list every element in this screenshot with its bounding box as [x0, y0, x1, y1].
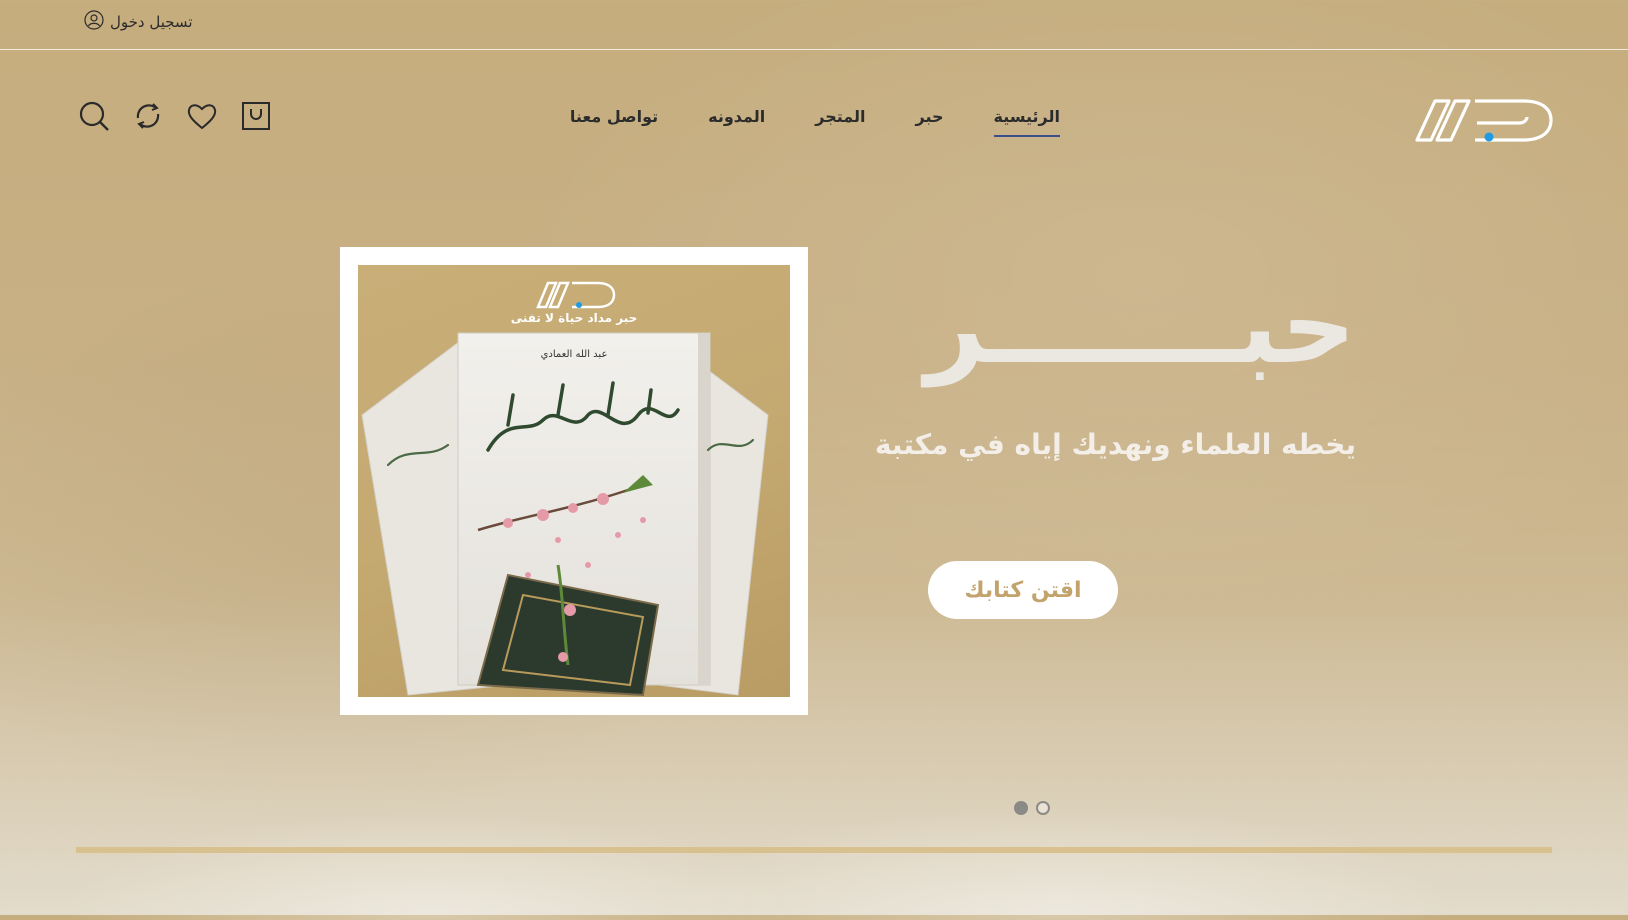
main-nav: الرئيسية حبر المتجر المدونه تواصل معنا [570, 107, 1060, 137]
nav-home[interactable]: الرئيسية [993, 107, 1060, 137]
login-label: تسجيل دخول [110, 13, 193, 31]
search-icon[interactable] [78, 100, 110, 132]
hero-image-frame: حبر مداد حياة لا تفنى عبد الله العمادي [340, 247, 808, 715]
background-book-shape [0, 760, 1628, 920]
hero-title: حبـــــــر [925, 265, 1356, 387]
cart-icon[interactable] [240, 100, 272, 132]
buy-book-button[interactable]: اقتن كتابك [928, 561, 1118, 619]
section-divider [76, 847, 1552, 853]
heart-icon[interactable] [186, 100, 218, 132]
nav-hibr[interactable]: حبر [915, 107, 943, 137]
image-brand-tagline: حبر مداد حياة لا تفنى [511, 311, 638, 325]
login-link[interactable]: تسجيل دخول [84, 10, 193, 34]
slider-dot-2[interactable] [1036, 801, 1050, 815]
nav-contact[interactable]: تواصل معنا [570, 107, 658, 137]
user-circle-icon [84, 10, 104, 34]
nav-store[interactable]: المتجر [815, 107, 865, 137]
top-bar: تسجيل دخول [0, 0, 1628, 50]
hero-subtitle: يخطه العلماء ونهديك إياه في مكتبة [874, 428, 1356, 461]
site-logo[interactable] [1415, 95, 1553, 145]
slider-pagination [1014, 801, 1050, 815]
refresh-icon[interactable] [132, 100, 164, 132]
hero-book-image: حبر مداد حياة لا تفنى عبد الله العمادي [358, 265, 790, 697]
slider-dot-1[interactable] [1014, 801, 1028, 815]
nav-blog[interactable]: المدونه [708, 107, 765, 137]
image-author: عبد الله العمادي [541, 349, 608, 360]
header-actions [78, 100, 272, 132]
